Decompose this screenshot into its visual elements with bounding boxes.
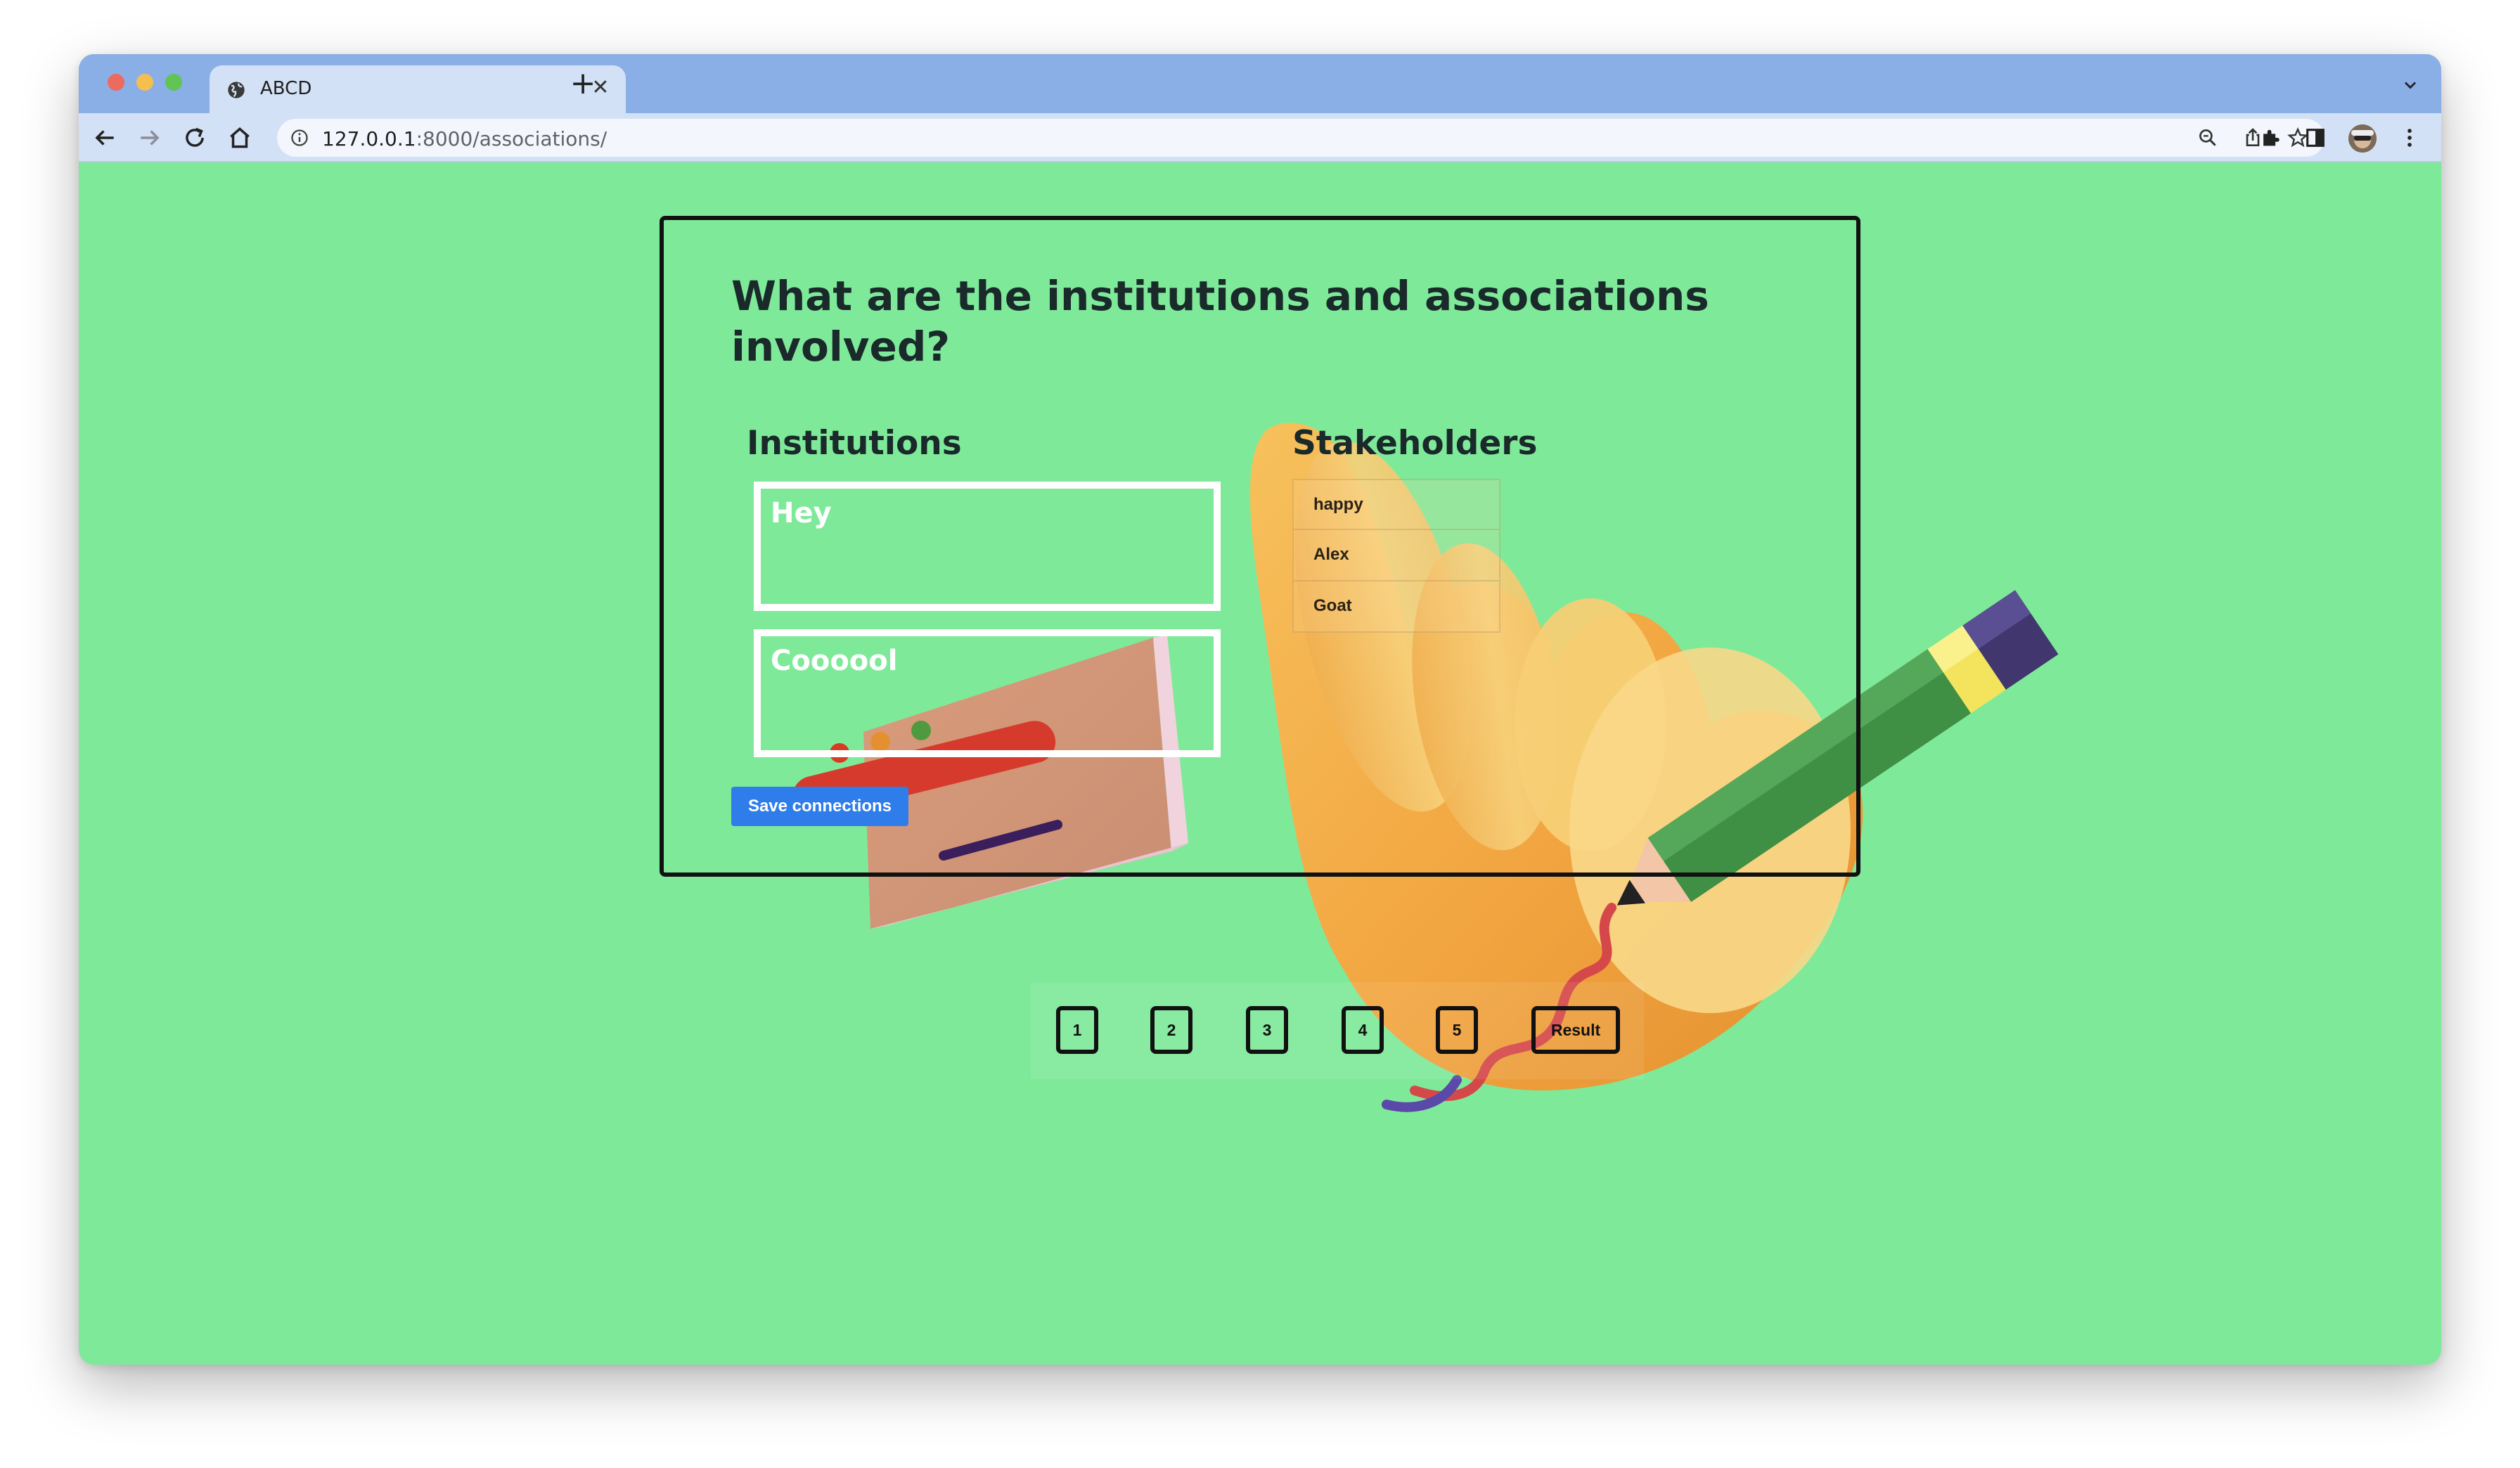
profile-icon [2348, 124, 2377, 153]
browser-toolbar: 127.0.0.1:8000/associations/ [79, 113, 2441, 162]
institution-label: Coooool [771, 645, 898, 677]
extensions-icon[interactable] [2258, 126, 2282, 150]
url-path: :8000/associations/ [416, 127, 608, 150]
chevron-down-icon[interactable] [2400, 75, 2420, 95]
page-button-5[interactable]: 5 [1436, 1006, 1478, 1054]
page-button-4[interactable]: 4 [1342, 1006, 1384, 1054]
zoom-icon[interactable] [2197, 127, 2219, 149]
stakeholder-item[interactable]: happy [1292, 479, 1500, 530]
tab-strip: ABCD ✕ + [79, 54, 2441, 113]
url-host: 127.0.0.1 [322, 127, 416, 150]
menu-dots-icon[interactable] [2398, 126, 2422, 150]
page-title: What are the institutions and associatio… [731, 272, 1709, 371]
forward-arrow-icon[interactable] [136, 124, 163, 151]
back-arrow-icon[interactable] [91, 124, 118, 151]
page-button-1[interactable]: 1 [1056, 1006, 1098, 1054]
question-card: What are the institutions and associatio… [660, 216, 1860, 877]
stakeholder-item[interactable]: Alex [1292, 530, 1500, 581]
institutions-heading: Institutions [747, 424, 962, 463]
avatar[interactable] [2348, 124, 2377, 153]
stakeholder-item[interactable]: Goat [1292, 581, 1500, 633]
stakeholders-heading: Stakeholders [1292, 424, 1538, 463]
reload-icon[interactable] [181, 124, 208, 151]
page-viewport: What are the institutions and associatio… [79, 162, 2441, 1365]
stakeholder-list: happy Alex Goat [1292, 479, 1500, 633]
page-button-2[interactable]: 2 [1150, 1006, 1192, 1054]
url-text: 127.0.0.1:8000/associations/ [322, 127, 607, 150]
minimize-window-button[interactable] [136, 74, 153, 91]
tab-title: ABCD [260, 78, 312, 99]
browser-tab[interactable]: ABCD ✕ [210, 65, 626, 113]
globe-icon [228, 82, 245, 98]
save-connections-button[interactable]: Save connections [731, 787, 908, 826]
result-button[interactable]: Result [1531, 1006, 1620, 1054]
institution-dropzone[interactable]: Hey [754, 482, 1221, 611]
browser-window: ABCD ✕ + 127.0.0.1:8000/associations/ Wh… [79, 54, 2441, 1365]
institution-label: Hey [771, 497, 832, 529]
sidebar-icon[interactable] [2303, 126, 2327, 150]
maximize-window-button[interactable] [165, 74, 182, 91]
page-button-3[interactable]: 3 [1246, 1006, 1288, 1054]
close-window-button[interactable] [108, 74, 124, 91]
pagination: 1 2 3 4 5 Result [1031, 982, 1644, 1079]
address-bar[interactable]: 127.0.0.1:8000/associations/ [277, 119, 2325, 157]
institution-dropzone[interactable]: Coooool [754, 629, 1221, 757]
info-icon[interactable] [290, 128, 309, 148]
plus-icon[interactable]: + [565, 68, 600, 99]
home-icon[interactable] [226, 124, 253, 151]
